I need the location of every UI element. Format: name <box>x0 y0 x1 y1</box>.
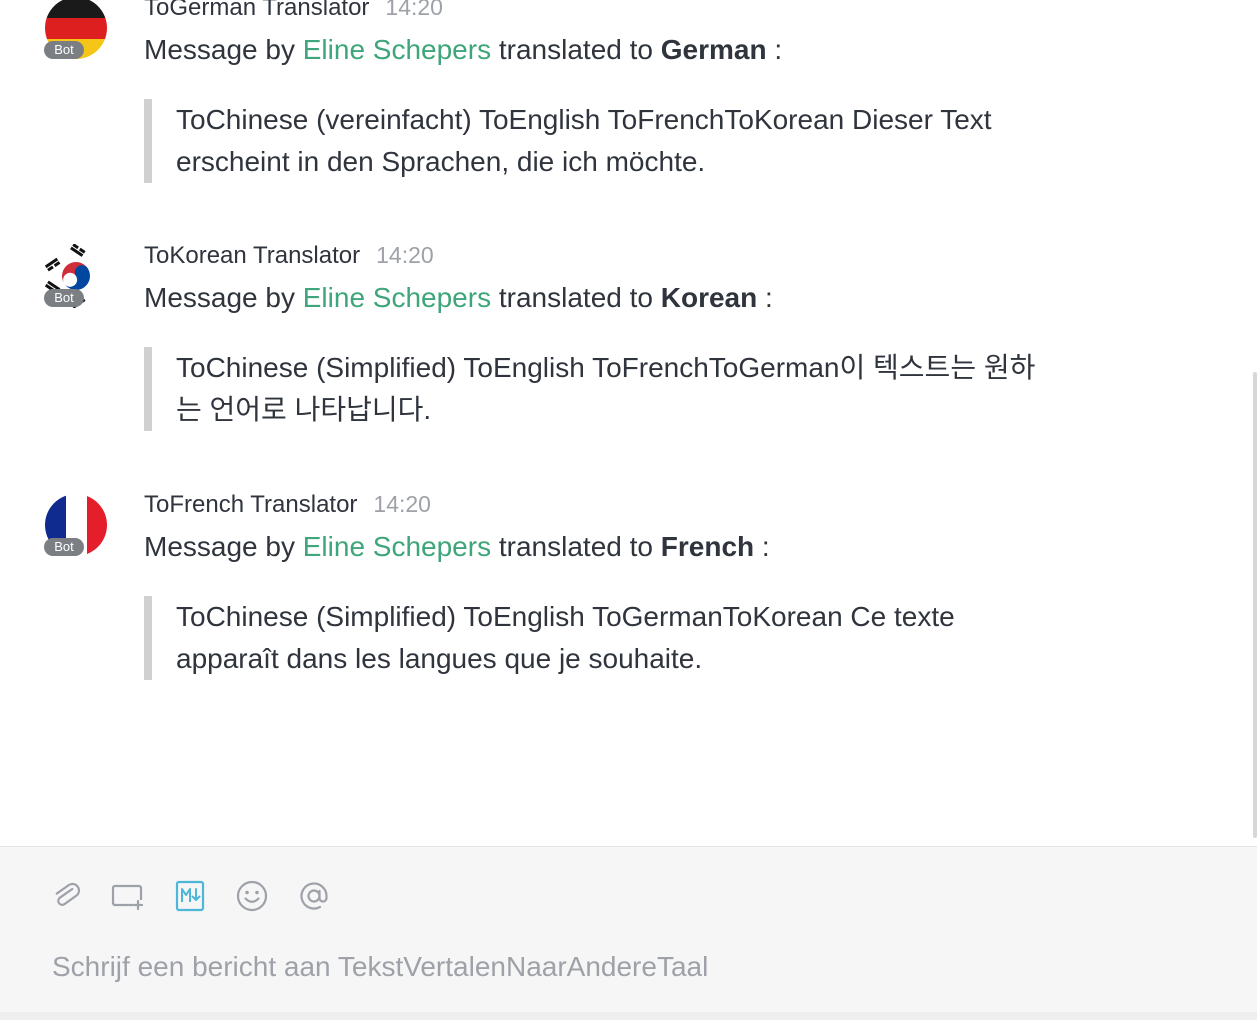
message-header: ToGerman Translator 14:20 <box>144 0 443 22</box>
message-input[interactable] <box>52 951 1202 983</box>
byline-prefix: Message by <box>144 34 295 65</box>
byline-prefix: Message by <box>144 531 295 562</box>
video-message-icon[interactable] <box>111 879 145 913</box>
user-mention[interactable]: Eline Schepers <box>303 531 491 562</box>
translated-text: ToChinese (Simplified) ToEnglish ToGerma… <box>144 596 1046 680</box>
user-mention[interactable]: Eline Schepers <box>303 282 491 313</box>
translation-byline: Message by Eline Schepers translated to … <box>144 34 782 66</box>
translation-byline: Message by Eline Schepers translated to … <box>144 282 773 314</box>
avatar[interactable]: Bot <box>44 244 108 308</box>
bot-badge: Bot <box>44 41 84 59</box>
sender-name[interactable]: ToGerman Translator <box>144 0 369 21</box>
bot-badge: Bot <box>44 538 84 556</box>
target-language: German <box>660 34 767 65</box>
message-list: Bot ToGerman Translator 14:20 Message by … <box>0 0 1257 846</box>
timestamp: 14:20 <box>376 242 434 268</box>
message-composer <box>0 846 1257 1020</box>
byline-suffix: : <box>765 282 773 313</box>
translation-byline: Message by Eline Schepers translated to … <box>144 531 770 563</box>
translated-text: ToChinese (vereinfacht) ToEnglish ToFren… <box>144 99 1046 183</box>
message-header: ToKorean Translator 14:20 <box>144 242 434 270</box>
paperclip-icon[interactable] <box>49 879 83 913</box>
mention-icon[interactable] <box>297 879 331 913</box>
byline-prefix: Message by <box>144 282 295 313</box>
translated-text: ToChinese (Simplified) ToEnglish ToFrenc… <box>144 347 1046 431</box>
sender-name[interactable]: ToKorean Translator <box>144 242 360 269</box>
message-header: ToFrench Translator 14:20 <box>144 491 431 519</box>
byline-mid: translated to <box>498 34 653 65</box>
byline-mid: translated to <box>498 282 653 313</box>
emoji-icon[interactable] <box>235 879 269 913</box>
byline-suffix: : <box>761 531 770 562</box>
target-language: French <box>660 531 755 562</box>
markdown-icon[interactable] <box>173 879 207 913</box>
byline-suffix: : <box>774 34 783 65</box>
user-mention[interactable]: Eline Schepers <box>303 34 491 65</box>
avatar[interactable]: Bot <box>44 0 108 60</box>
timestamp: 14:20 <box>373 491 431 517</box>
scrollbar[interactable] <box>1253 372 1257 838</box>
byline-mid: translated to <box>498 531 653 562</box>
bot-badge: Bot <box>44 289 84 307</box>
timestamp: 14:20 <box>385 0 443 20</box>
avatar[interactable]: Bot <box>44 493 108 557</box>
sender-name[interactable]: ToFrench Translator <box>144 491 357 518</box>
target-language: Korean <box>660 282 758 313</box>
